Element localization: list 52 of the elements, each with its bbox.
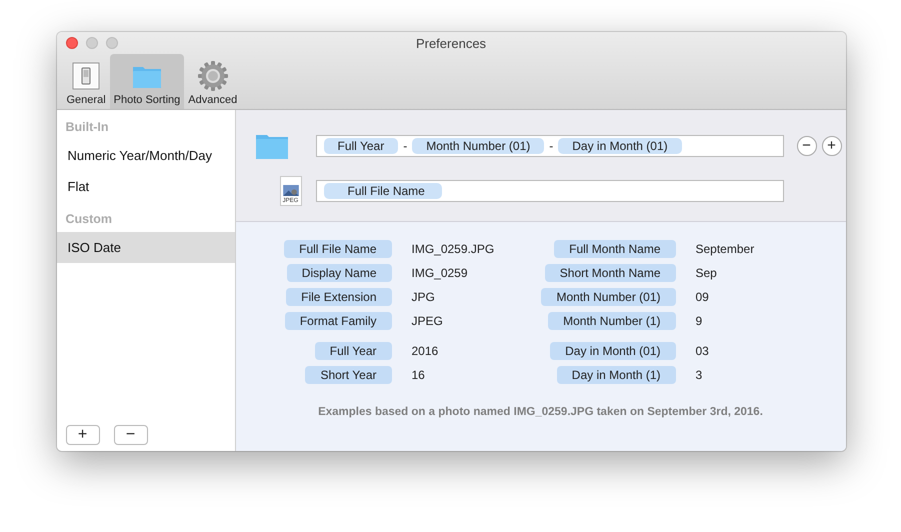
remove-button[interactable]: − <box>796 136 816 156</box>
folder-icon <box>256 133 288 159</box>
add-button[interactable]: + <box>822 136 842 156</box>
toolbar-tab[interactable]: General <box>62 54 110 109</box>
token-chip[interactable]: File Extension <box>286 288 392 306</box>
token-chip[interactable]: Full Month Name <box>554 240 676 258</box>
sidebar-item[interactable]: ISO Date <box>56 232 234 263</box>
token-chip[interactable]: Short Month Name <box>544 264 676 282</box>
token-chip[interactable]: Format Family <box>284 312 392 330</box>
examples-note: Examples based on a photo named IMG_0259.JPG taken on September 3rd, 2016. <box>317 406 764 418</box>
separator-text: - <box>549 139 554 153</box>
separator-text: - <box>403 139 408 153</box>
token-chip[interactable]: Day in Month (01) <box>550 342 676 360</box>
add-button[interactable]: + <box>66 425 100 445</box>
sidebar-heading: Built-In <box>64 119 110 136</box>
sidebar-item[interactable]: Flat <box>56 171 234 202</box>
format-token[interactable]: Month Number (01) <box>412 138 544 154</box>
example-value: 03 <box>694 343 710 360</box>
example-value: JPG <box>410 289 436 306</box>
token-chip[interactable]: Day in Month (1) <box>556 366 676 384</box>
format-token[interactable]: Full Year <box>324 138 398 154</box>
sidebar-heading: Custom <box>64 211 114 228</box>
example-value: Sep <box>694 265 718 282</box>
example-value: IMG_0259.JPG <box>410 241 496 258</box>
token-chip[interactable]: Short Year <box>305 366 392 384</box>
example-value: 16 <box>410 367 426 384</box>
token-chip[interactable]: Full Year <box>314 342 392 360</box>
zoom-button[interactable] <box>106 37 118 49</box>
minimize-button[interactable] <box>86 37 98 49</box>
format-token[interactable]: Day in Month (01) <box>558 138 682 154</box>
example-value: IMG_0259 <box>410 265 469 282</box>
example-value: JPEG <box>410 313 444 330</box>
window-title: Preferences <box>416 36 486 50</box>
example-value: 9 <box>694 313 704 330</box>
folder-format-field[interactable]: Full Year - Month Number (01) - Day in Month (01) <box>316 135 784 157</box>
remove-button[interactable]: − <box>114 425 148 445</box>
close-button[interactable] <box>66 37 78 49</box>
token-chip[interactable]: Display Name <box>286 264 392 282</box>
example-value: 3 <box>694 367 704 384</box>
example-value: 09 <box>694 289 710 306</box>
file-format-field[interactable]: Full File Name <box>316 180 784 202</box>
gear-icon <box>196 60 229 92</box>
token-chip[interactable]: Month Number (01) <box>541 288 676 306</box>
format-token[interactable]: Full File Name <box>324 183 442 199</box>
toolbar-tab[interactable]: Advanced <box>184 54 242 109</box>
example-value: September <box>694 241 756 258</box>
toolbar-tab[interactable]: Photo Sorting <box>110 54 184 109</box>
sidebar-item[interactable]: Numeric Year/Month/Day <box>56 140 234 171</box>
token-chip[interactable]: Full File Name <box>284 240 392 258</box>
example-value: 2016 <box>410 343 440 360</box>
switch-icon <box>70 60 102 92</box>
token-chip[interactable]: Month Number (1) <box>548 312 676 330</box>
